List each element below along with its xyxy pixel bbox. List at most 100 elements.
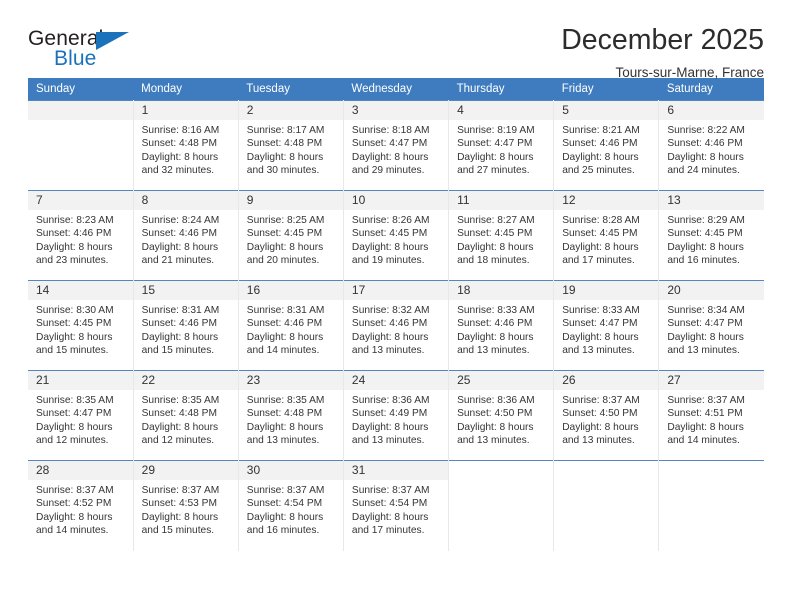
sunrise-text: Sunrise: 8:18 AM — [351, 125, 430, 136]
calendar-day-cell[interactable]: 2 Sunrise: 8:17 AM Sunset: 4:48 PM Daylight… — [238, 100, 344, 191]
sunrise-text: Sunrise: 8:37 AM — [141, 485, 220, 496]
daylight-text-line2: and 13 minutes. — [667, 345, 740, 357]
day-details: Sunrise: 8:36 AM Sunset: 4:49 PM Daylight:… — [344, 390, 448, 448]
calendar-day-cell[interactable]: 1 Sunrise: 8:16 AM Sunset: 4:48 PM Daylight… — [133, 100, 239, 191]
day-number: 26 — [554, 371, 659, 390]
daylight-text-line1: Daylight: 8 hours — [141, 241, 219, 253]
calendar-day-cell[interactable]: 28 Sunrise: 8:37 AM Sunset: 4:52 PM Dayligh… — [28, 460, 134, 551]
calendar-day-cell[interactable]: 21 Sunrise: 8:35 AM Sunset: 4:47 PM Dayligh… — [28, 370, 134, 461]
generalblue-logo[interactable]: General Blue — [28, 26, 148, 74]
sunrise-text: Sunrise: 8:22 AM — [667, 125, 745, 136]
sunset-text: Sunset: 4:54 PM — [351, 498, 428, 510]
calendar-day-cell[interactable]: 29 Sunrise: 8:37 AM Sunset: 4:53 PM Dayligh… — [133, 460, 239, 551]
calendar-day-cell[interactable]: 8 Sunrise: 8:24 AM Sunset: 4:46 PM Daylight… — [133, 190, 239, 281]
day-details: Sunrise: 8:28 AM Sunset: 4:45 PM Daylight:… — [554, 210, 658, 268]
day-number — [28, 101, 133, 120]
calendar-day-cell[interactable]: 30 Sunrise: 8:37 AM Sunset: 4:54 PM Dayligh… — [238, 460, 344, 551]
calendar-day-cell[interactable]: 17 Sunrise: 8:32 AM Sunset: 4:46 PM Dayligh… — [343, 280, 450, 371]
calendar-day-cell — [658, 460, 764, 551]
calendar-day-cell[interactable]: 26 Sunrise: 8:37 AM Sunset: 4:50 PM Dayligh… — [553, 370, 660, 461]
sunset-text: Sunset: 4:46 PM — [141, 318, 217, 330]
day-details: Sunrise: 8:24 AM Sunset: 4:46 PM Daylight:… — [134, 210, 238, 268]
calendar-day-cell[interactable]: 24 Sunrise: 8:36 AM Sunset: 4:49 PM Dayligh… — [343, 370, 450, 461]
sunrise-text: Sunrise: 8:31 AM — [246, 305, 325, 316]
sunrise-text: Sunrise: 8:37 AM — [246, 485, 325, 496]
sunset-text: Sunset: 4:46 PM — [36, 228, 112, 240]
calendar-day-cell[interactable]: 11 Sunrise: 8:27 AM Sunset: 4:45 PM Dayligh… — [448, 190, 555, 281]
calendar-day-cell[interactable]: 4 Sunrise: 8:19 AM Sunset: 4:47 PM Daylight… — [448, 100, 555, 191]
sunrise-text: Sunrise: 8:37 AM — [667, 395, 745, 406]
sunrise-text: Sunrise: 8:36 AM — [457, 395, 535, 406]
day-number: 10 — [343, 191, 449, 210]
day-details: Sunrise: 8:32 AM Sunset: 4:46 PM Daylight:… — [344, 300, 448, 358]
calendar-day-cell[interactable]: 13 Sunrise: 8:29 AM Sunset: 4:45 PM Dayligh… — [658, 190, 764, 281]
daylight-text-line2: and 20 minutes. — [246, 255, 320, 267]
daylight-text-line1: Daylight: 8 hours — [36, 511, 113, 523]
day-details: Sunrise: 8:26 AM Sunset: 4:45 PM Daylight:… — [344, 210, 448, 268]
daylight-text-line2: and 13 minutes. — [351, 345, 425, 357]
page-header: General Blue December 2025 Tours-sur-Mar… — [28, 0, 764, 80]
calendar-day-cell[interactable]: 16 Sunrise: 8:31 AM Sunset: 4:46 PM Dayligh… — [238, 280, 344, 371]
day-details: Sunrise: 8:18 AM Sunset: 4:47 PM Daylight:… — [344, 120, 448, 178]
calendar-day-cell[interactable]: 25 Sunrise: 8:36 AM Sunset: 4:50 PM Dayligh… — [448, 370, 555, 461]
calendar-day-cell[interactable]: 7 Sunrise: 8:23 AM Sunset: 4:46 PM Daylight… — [28, 190, 134, 281]
calendar-day-cell[interactable]: 20 Sunrise: 8:34 AM Sunset: 4:47 PM Dayligh… — [658, 280, 764, 371]
calendar-day-cell — [28, 100, 134, 191]
day-details: Sunrise: 8:33 AM Sunset: 4:47 PM Daylight:… — [554, 300, 658, 358]
calendar-day-cell[interactable]: 3 Sunrise: 8:18 AM Sunset: 4:47 PM Daylight… — [343, 100, 450, 191]
calendar-day-cell[interactable]: 23 Sunrise: 8:35 AM Sunset: 4:48 PM Dayligh… — [238, 370, 344, 461]
sunrise-text: Sunrise: 8:33 AM — [457, 305, 535, 316]
day-number: 13 — [659, 191, 764, 210]
weekday-header-saturday: Saturday — [658, 78, 764, 101]
daylight-text-line2: and 18 minutes. — [457, 255, 530, 267]
day-number: 16 — [238, 281, 343, 300]
daylight-text-line2: and 17 minutes. — [351, 525, 425, 537]
calendar-day-cell[interactable]: 10 Sunrise: 8:26 AM Sunset: 4:45 PM Dayligh… — [343, 190, 450, 281]
day-details: Sunrise: 8:30 AM Sunset: 4:45 PM Daylight:… — [28, 300, 133, 358]
calendar-day-cell[interactable]: 12 Sunrise: 8:28 AM Sunset: 4:45 PM Dayligh… — [553, 190, 660, 281]
calendar-day-cell[interactable]: 18 Sunrise: 8:33 AM Sunset: 4:46 PM Dayligh… — [448, 280, 555, 371]
daylight-text-line1: Daylight: 8 hours — [667, 151, 744, 163]
calendar-week-row: 14 Sunrise: 8:30 AM Sunset: 4:45 PM Dayligh… — [28, 280, 764, 371]
sunset-text: Sunset: 4:52 PM — [36, 498, 112, 510]
daylight-text-line1: Daylight: 8 hours — [667, 421, 744, 433]
calendar-day-cell[interactable]: 19 Sunrise: 8:33 AM Sunset: 4:47 PM Dayligh… — [553, 280, 660, 371]
day-details: Sunrise: 8:25 AM Sunset: 4:45 PM Daylight:… — [239, 210, 343, 268]
calendar-day-cell[interactable]: 14 Sunrise: 8:30 AM Sunset: 4:45 PM Dayligh… — [28, 280, 134, 371]
sunrise-text: Sunrise: 8:31 AM — [141, 305, 220, 316]
sunrise-text: Sunrise: 8:37 AM — [562, 395, 640, 406]
day-number: 3 — [343, 101, 449, 120]
daylight-text-line2: and 14 minutes. — [36, 525, 109, 537]
sunset-text: Sunset: 4:47 PM — [457, 138, 533, 150]
sunset-text: Sunset: 4:45 PM — [562, 228, 638, 240]
day-number: 23 — [238, 371, 343, 390]
day-number: 29 — [133, 461, 238, 480]
day-number: 22 — [133, 371, 238, 390]
sunset-text: Sunset: 4:46 PM — [351, 318, 428, 330]
calendar-day-cell[interactable]: 27 Sunrise: 8:37 AM Sunset: 4:51 PM Dayligh… — [658, 370, 764, 461]
calendar-day-cell[interactable]: 6 Sunrise: 8:22 AM Sunset: 4:46 PM Daylight… — [658, 100, 764, 191]
calendar-day-cell[interactable]: 9 Sunrise: 8:25 AM Sunset: 4:45 PM Daylight… — [238, 190, 344, 281]
day-number — [554, 461, 659, 480]
sunset-text: Sunset: 4:48 PM — [141, 408, 217, 420]
day-number: 24 — [343, 371, 449, 390]
daylight-text-line2: and 16 minutes. — [246, 525, 320, 537]
daylight-text-line1: Daylight: 8 hours — [457, 331, 534, 343]
daylight-text-line2: and 13 minutes. — [457, 435, 530, 447]
day-number: 7 — [28, 191, 133, 210]
daylight-text-line1: Daylight: 8 hours — [351, 331, 429, 343]
day-details: Sunrise: 8:27 AM Sunset: 4:45 PM Daylight:… — [449, 210, 553, 268]
daylight-text-line1: Daylight: 8 hours — [141, 151, 219, 163]
daylight-text-line1: Daylight: 8 hours — [141, 331, 219, 343]
weekday-header-tuesday: Tuesday — [238, 78, 344, 101]
day-details: Sunrise: 8:37 AM Sunset: 4:53 PM Daylight:… — [134, 480, 238, 538]
logo-text-general: General — [28, 27, 104, 50]
calendar-day-cell[interactable]: 15 Sunrise: 8:31 AM Sunset: 4:46 PM Dayligh… — [133, 280, 239, 371]
sunrise-text: Sunrise: 8:25 AM — [246, 215, 325, 226]
calendar-day-cell[interactable]: 5 Sunrise: 8:21 AM Sunset: 4:46 PM Daylight… — [553, 100, 660, 191]
calendar-day-cell[interactable]: 22 Sunrise: 8:35 AM Sunset: 4:48 PM Dayligh… — [133, 370, 239, 461]
day-number: 11 — [449, 191, 554, 210]
sunrise-text: Sunrise: 8:32 AM — [351, 305, 430, 316]
daylight-text-line2: and 15 minutes. — [36, 345, 109, 357]
calendar-day-cell[interactable]: 31 Sunrise: 8:37 AM Sunset: 4:54 PM Dayligh… — [343, 460, 450, 551]
